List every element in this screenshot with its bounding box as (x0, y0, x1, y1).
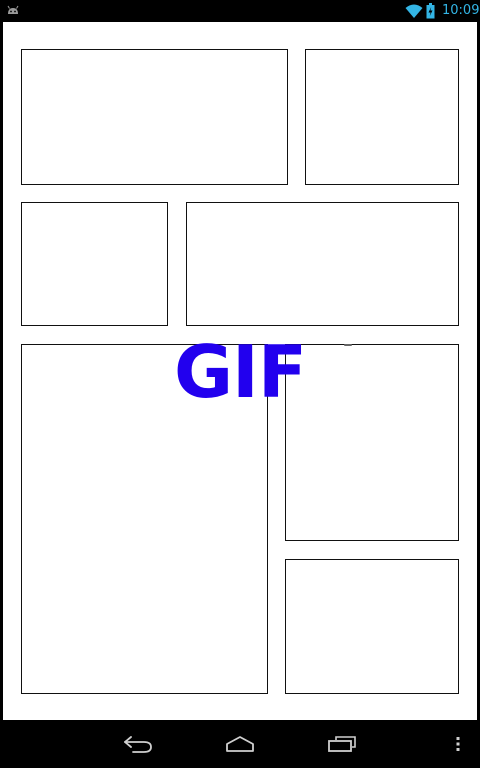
overflow-menu-button[interactable] (446, 720, 470, 768)
device-screen: 10:09 GIF (0, 0, 480, 768)
status-bar: 10:09 (0, 0, 480, 22)
comic-panel[interactable] (285, 344, 459, 541)
back-icon (124, 736, 152, 753)
home-button[interactable] (210, 720, 270, 768)
gif-overlay-label: GIF (173, 330, 307, 414)
wifi-icon (405, 4, 423, 18)
comic-panel[interactable] (21, 49, 288, 185)
comic-panel[interactable] (21, 202, 168, 326)
recent-apps-button[interactable] (312, 720, 372, 768)
comic-panel[interactable] (305, 49, 459, 185)
overflow-menu-icon (456, 737, 460, 751)
comic-panel[interactable] (186, 202, 459, 326)
panel-mark (344, 344, 352, 346)
status-clock: 10:09 (442, 3, 480, 18)
back-button[interactable] (108, 720, 168, 768)
home-icon (226, 736, 254, 752)
recent-apps-icon (328, 736, 356, 752)
battery-icon (426, 3, 435, 19)
navigation-bar (0, 720, 480, 768)
android-icon (7, 5, 19, 14)
comic-panel[interactable] (285, 559, 459, 694)
